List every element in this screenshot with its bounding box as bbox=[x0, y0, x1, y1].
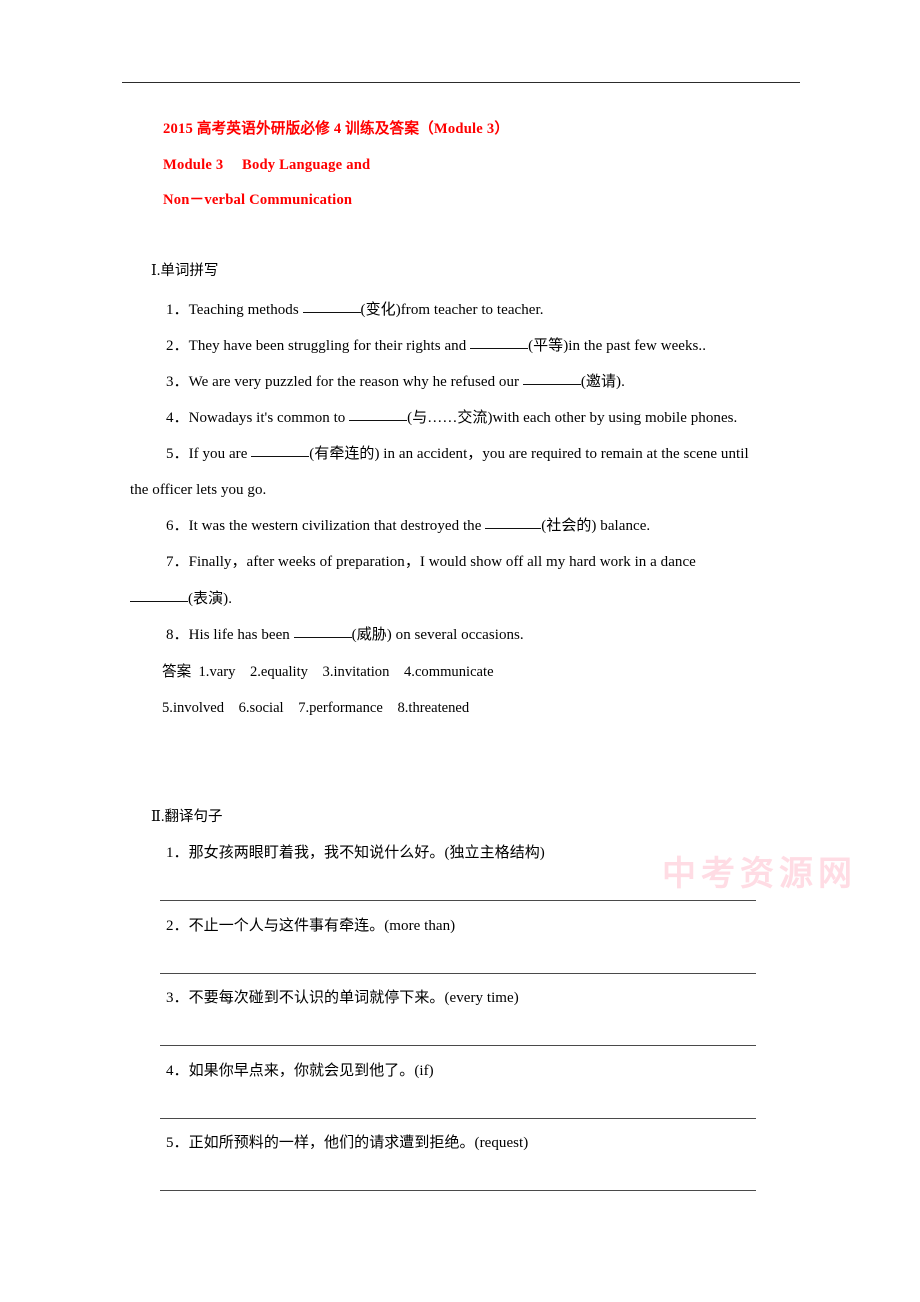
question-4-text-after: (与……交流)with each other by using mobile p… bbox=[407, 410, 738, 426]
question-8-text-before: His life has been bbox=[188, 627, 294, 643]
question-7-wrap: (表演). bbox=[130, 590, 232, 609]
translate-question-4-text: 如果你早点来，你就会见到他了。(if) bbox=[188, 1063, 434, 1079]
translate-answer-line-5[interactable] bbox=[160, 1190, 756, 1191]
answer-key-row-1: 答案 1.vary 2.equality 3.invitation 4.comm… bbox=[162, 663, 494, 681]
question-1-text-before: Teaching methods bbox=[188, 302, 303, 318]
document-title: 2015 高考英语外研版必修 4 训练及答案（Module 3） Module … bbox=[163, 112, 863, 219]
question-6-text-before: It was the western civilization that des… bbox=[188, 518, 486, 534]
answer-key-values-1: 1.vary 2.equality 3.invitation 4.communi… bbox=[198, 664, 494, 680]
question-6-text-after: (社会的) balance. bbox=[541, 518, 651, 534]
translate-question-2-number: 2． bbox=[166, 918, 189, 934]
translate-question-1-text: 那女孩两眼盯着我，我不知说什么好。(独立主格结构) bbox=[188, 845, 545, 861]
translate-question-5-text: 正如所预料的一样，他们的请求遭到拒绝。(request) bbox=[188, 1135, 529, 1151]
translate-answer-line-1[interactable] bbox=[160, 900, 756, 901]
translate-question-3: 3．不要每次碰到不认识的单词就停下来。(every time) bbox=[166, 989, 519, 1008]
answer-key-label: 答案 bbox=[162, 664, 192, 680]
question-1-number: 1． bbox=[166, 302, 189, 318]
title-line-1: 2015 高考英语外研版必修 4 训练及答案（Module 3） bbox=[163, 121, 510, 137]
question-5: 5．If you are (有牵连的) in an accident，you a… bbox=[166, 445, 749, 464]
question-5-text-after: (有牵连的) in an accident，you are required t… bbox=[309, 446, 749, 462]
question-1-blank[interactable] bbox=[302, 301, 361, 313]
question-3-text-after: (邀请). bbox=[580, 374, 625, 390]
translate-question-5-number: 5． bbox=[166, 1135, 189, 1151]
question-2-text-before: They have been struggling for their righ… bbox=[188, 338, 471, 354]
translate-answer-line-2[interactable] bbox=[160, 973, 756, 974]
question-7-text-before: Finally，after weeks of preparation，I wou… bbox=[188, 554, 696, 570]
question-4: 4．Nowadays it's common to (与……交流)with ea… bbox=[166, 409, 737, 428]
header-divider bbox=[122, 82, 800, 83]
question-6: 6．It was the western civilization that d… bbox=[166, 517, 650, 536]
translate-answer-line-3[interactable] bbox=[160, 1045, 756, 1046]
question-3: 3．We are very puzzled for the reason why… bbox=[166, 373, 625, 392]
question-2-number: 2． bbox=[166, 338, 189, 354]
translate-question-5: 5．正如所预料的一样，他们的请求遭到拒绝。(request) bbox=[166, 1134, 528, 1153]
section-one-heading: Ⅰ.单词拼写 bbox=[151, 263, 219, 279]
translate-question-1: 1．那女孩两眼盯着我，我不知说什么好。(独立主格结构) bbox=[166, 844, 545, 863]
question-5-blank[interactable] bbox=[251, 445, 310, 457]
translate-question-4-number: 4． bbox=[166, 1063, 189, 1079]
question-5-wrap: the officer lets you go. bbox=[130, 482, 267, 498]
question-3-number: 3． bbox=[166, 374, 189, 390]
question-4-number: 4． bbox=[166, 410, 189, 426]
question-7: 7．Finally，after weeks of preparation，I w… bbox=[166, 553, 696, 572]
worksheet-page: 2015 高考英语外研版必修 4 训练及答案（Module 3） Module … bbox=[0, 0, 920, 1302]
answer-key-row-2: 5.involved 6.social 7.performance 8.thre… bbox=[162, 700, 470, 716]
question-2: 2．They have been struggling for their ri… bbox=[166, 337, 706, 356]
question-8-text-after: (威胁) on several occasions. bbox=[351, 627, 524, 643]
translate-answer-line-4[interactable] bbox=[160, 1118, 756, 1119]
question-7-number: 7． bbox=[166, 554, 189, 570]
question-6-number: 6． bbox=[166, 518, 189, 534]
question-4-blank[interactable] bbox=[349, 409, 408, 421]
translate-question-2: 2．不止一个人与这件事有牵连。(more than) bbox=[166, 917, 455, 936]
question-3-text-before: We are very puzzled for the reason why h… bbox=[188, 374, 523, 390]
question-4-text-before: Nowadays it's common to bbox=[188, 410, 350, 426]
question-1-text-after: (变化)from teacher to teacher. bbox=[360, 302, 544, 318]
question-8-blank[interactable] bbox=[293, 626, 352, 638]
question-6-blank[interactable] bbox=[485, 517, 542, 529]
question-2-text-after: (平等)in the past few weeks.. bbox=[528, 338, 707, 354]
translate-question-2-text: 不止一个人与这件事有牵连。(more than) bbox=[188, 918, 456, 934]
question-5-number: 5． bbox=[166, 446, 189, 462]
translate-question-3-number: 3． bbox=[166, 990, 189, 1006]
question-7-blank[interactable] bbox=[130, 590, 188, 602]
question-2-blank[interactable] bbox=[470, 337, 529, 349]
watermark: 中考资源网 bbox=[662, 854, 857, 894]
question-8-number: 8． bbox=[166, 627, 189, 643]
title-line-3: Non－verbal Communication bbox=[163, 192, 353, 208]
translate-question-4: 4．如果你早点来，你就会见到他了。(if) bbox=[166, 1062, 434, 1081]
translate-question-1-number: 1． bbox=[166, 845, 189, 861]
question-7-wrap-text: (表演). bbox=[188, 591, 232, 607]
question-8: 8．His life has been (威胁) on several occa… bbox=[166, 626, 524, 645]
question-3-blank[interactable] bbox=[522, 373, 581, 385]
title-line-2: Module 3 Body Language and bbox=[163, 156, 371, 173]
translate-question-3-text: 不要每次碰到不认识的单词就停下来。(every time) bbox=[188, 990, 519, 1006]
question-5-text-before: If you are bbox=[188, 446, 252, 462]
question-1: 1．Teaching methods (变化)from teacher to t… bbox=[166, 301, 544, 320]
section-two-heading: Ⅱ.翻译句子 bbox=[151, 809, 223, 825]
